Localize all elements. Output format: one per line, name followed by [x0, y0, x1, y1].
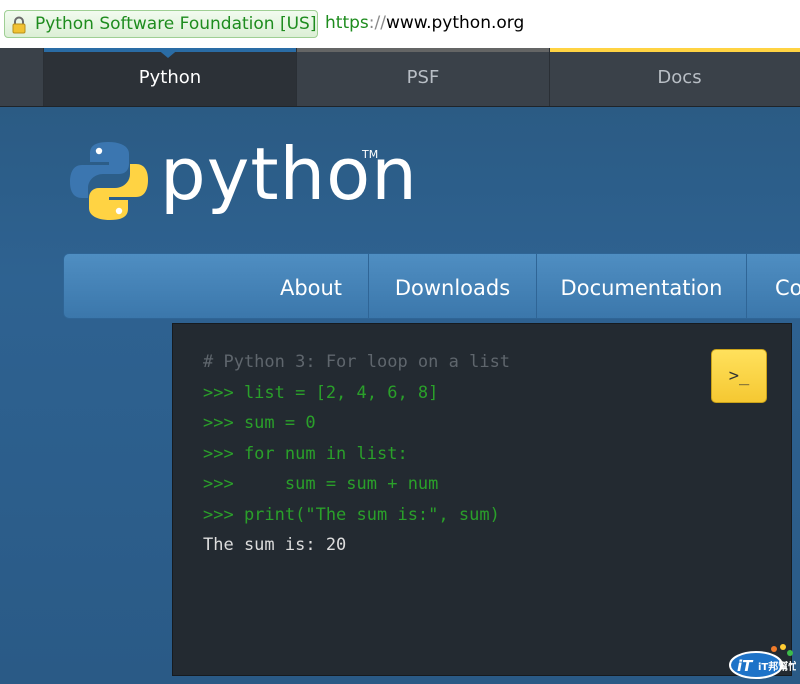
url-text[interactable]: https://www.python.org — [325, 13, 524, 33]
active-tab-caret-icon — [156, 48, 180, 58]
meta-tab-label: PSF — [406, 67, 440, 88]
nav-item-label: Downloads — [394, 276, 511, 300]
nav-item-about[interactable]: About — [254, 254, 368, 318]
meta-tab-psf[interactable]: PSF — [296, 48, 549, 106]
code-line: # Python 3: For loop on a list — [203, 352, 511, 372]
svg-text:iT: iT — [737, 657, 754, 675]
tab-accent-bar — [550, 48, 800, 52]
python-wordmark[interactable]: python — [160, 132, 418, 216]
url-separator: :// — [368, 13, 386, 33]
meta-tab-label: Docs — [657, 67, 702, 88]
url-host: www.python.org — [385, 13, 525, 33]
code-line: >>> list = [2, 4, 6, 8] — [203, 383, 439, 403]
url-scheme: https — [325, 13, 369, 33]
nav-item-label: About — [279, 276, 343, 300]
ev-organization-label: Python Software Foundation [US] — [35, 14, 317, 34]
lock-icon — [12, 16, 26, 34]
nav-item-downloads[interactable]: Downloads — [368, 254, 536, 318]
code-line: >>> sum = 0 — [203, 413, 316, 433]
code-line: >>> for num in list: — [203, 444, 408, 464]
trademark-mark: TM — [362, 148, 379, 161]
ithome-watermark-logo: iT iT邦幫忙 — [729, 644, 796, 679]
nav-item-label: Co — [775, 276, 800, 300]
address-bar[interactable]: Python Software Foundation [US] https://… — [0, 0, 800, 49]
launch-shell-button[interactable]: >_ — [711, 349, 767, 403]
nav-item-documentation[interactable]: Documentation — [536, 254, 746, 318]
watermark-text: iT邦幫忙 — [758, 660, 796, 673]
code-line: >>> print("The sum is:", sum) — [203, 505, 500, 525]
meta-tab-label: Python — [138, 67, 202, 88]
code-sample-panel: # Python 3: For loop on a list >>> list … — [172, 323, 792, 676]
meta-navigation: Python PSF Docs — [0, 48, 800, 107]
meta-tab-docs[interactable]: Docs — [549, 48, 800, 106]
nav-item-label: Documentation — [560, 276, 723, 300]
python-logo-icon[interactable] — [68, 140, 150, 222]
code-line: >>> sum = sum + num — [203, 474, 439, 494]
tab-accent-bar — [297, 48, 549, 52]
ev-certificate-badge[interactable]: Python Software Foundation [US] — [4, 10, 318, 38]
nav-item-community[interactable]: Co — [746, 254, 800, 318]
main-navigation: About Downloads Documentation Co — [63, 253, 800, 319]
code-line: The sum is: 20 — [203, 535, 347, 555]
